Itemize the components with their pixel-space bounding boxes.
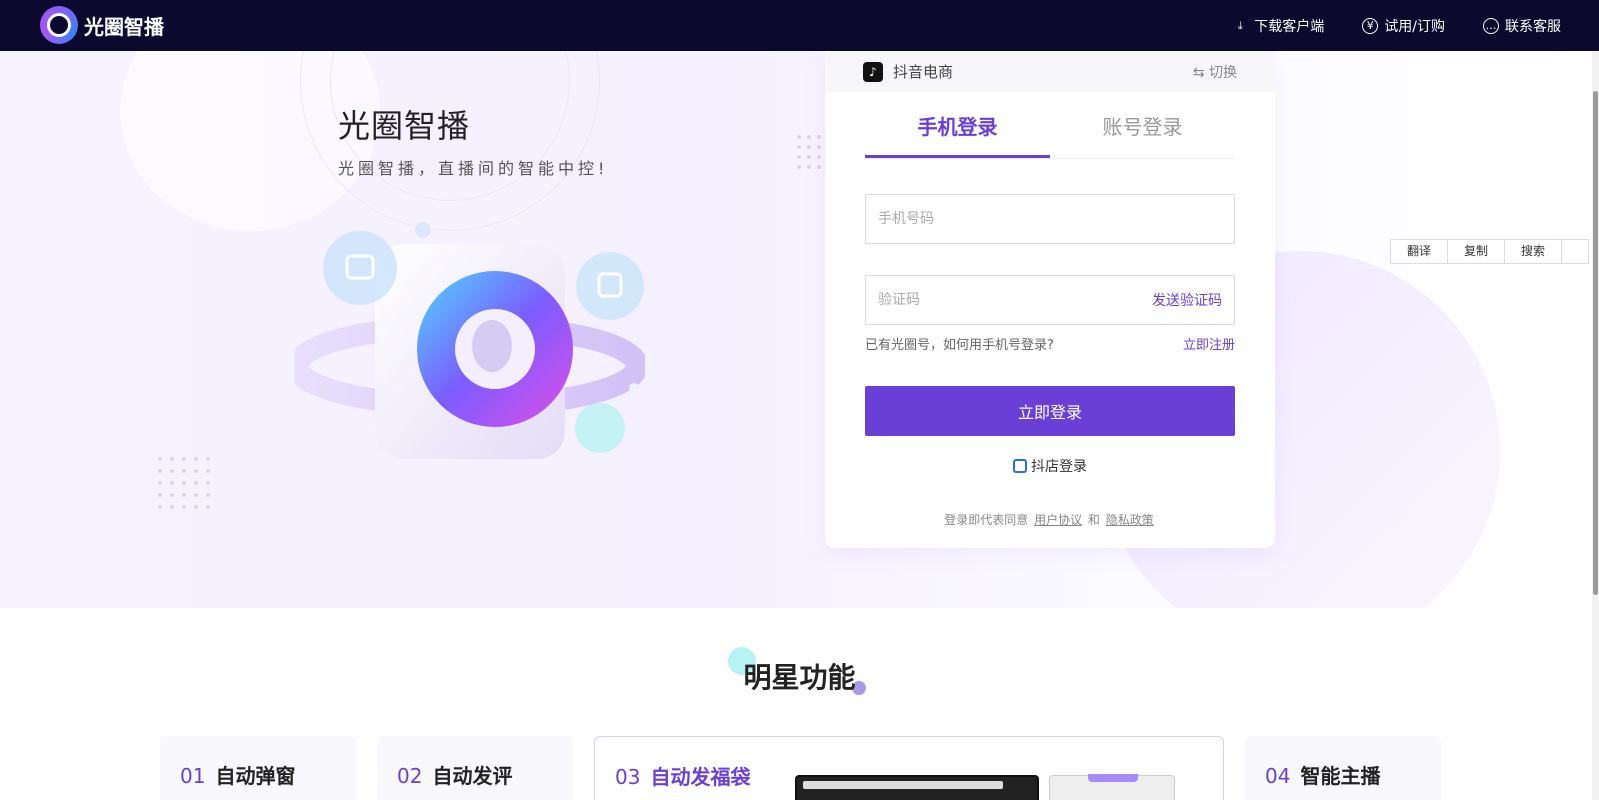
logo-icon [40,6,78,44]
switch-platform-button[interactable]: ⇆ 切换 [1193,62,1237,82]
nav-download-link[interactable]: ⤓ 下载客户端 [1232,16,1324,36]
feature-num: 01 [180,764,206,788]
feature-card-2[interactable]: 02 自动发评 [377,736,573,800]
nav-trial-link[interactable]: ¥ 试用/订购 [1362,16,1445,36]
feature-screenshot [795,775,1039,800]
feature-num: 02 [397,764,423,788]
shop-login-button[interactable]: 抖店登录 [825,456,1275,476]
doudian-icon [1013,459,1027,473]
nav-links: ⤓ 下载客户端 ¥ 试用/订购 … 联系客服 [1194,0,1561,51]
login-button[interactable]: 立即登录 [865,386,1235,436]
feature-card-4[interactable]: 04 智能主播 [1245,736,1441,800]
features-title: 明星功能 [743,661,856,694]
user-agreement-link[interactable]: 用户协议 [1034,513,1082,527]
feature-card-1[interactable]: 01 自动弹窗 [160,736,356,800]
more-button[interactable] [1562,240,1588,263]
hint-row: 已有光圈号，如何用手机号登录? 立即注册 [865,334,1235,353]
nav-contact-link[interactable]: … 联系客服 [1483,16,1561,36]
phone-input[interactable] [878,211,1222,227]
hero-title: 光圈智播 [338,107,471,145]
phone-field [865,194,1235,244]
decor-dots [158,457,210,509]
login-card: ♪ 抖音电商 ⇆ 切换 手机登录 账号登录 发送验证码 已有光圈号，如何用手机号… [825,51,1275,548]
copy-button[interactable]: 复制 [1448,240,1505,263]
platform-name: 抖音电商 [893,63,954,81]
hero-illustration [295,222,645,459]
scrollbar-thumb[interactable] [1593,91,1598,595]
feature-label: 自动弹窗 [215,764,296,788]
feature-label: 自动发福袋 [650,765,751,789]
code-field: 发送验证码 [865,275,1235,325]
feature-label: 智能主播 [1300,764,1381,788]
code-input[interactable] [878,292,1152,308]
privacy-policy-link[interactable]: 隐私政策 [1106,513,1154,527]
search-button[interactable]: 搜索 [1505,240,1562,263]
hero-subtitle: 光圈智播，直播间的智能中控! [338,159,609,178]
register-link[interactable]: 立即注册 [1183,334,1235,353]
translate-button[interactable]: 翻译 [1391,240,1448,263]
platform-label: ♪ 抖音电商 [863,61,953,82]
chat-icon: … [1483,17,1499,34]
yen-icon: ¥ [1362,17,1379,34]
hero-section: 光圈智播 光圈智播，直播间的智能中控! [0,51,1599,608]
agreement-prefix: 登录即代表同意 [944,513,1029,527]
top-nav: 光圈智播 ⤓ 下载客户端 ¥ 试用/订购 … 联系客服 [0,0,1599,51]
agreement-and: 和 [1087,513,1100,527]
feature-label: 自动发评 [432,764,513,788]
feature-num: 04 [1265,764,1291,788]
decor-dots [797,135,821,169]
selection-toolbar: 翻译 复制 搜索 [1390,239,1589,264]
douyin-icon: ♪ [863,61,883,82]
login-tabs: 手机登录 账号登录 [865,103,1235,159]
feature-screenshot [1049,774,1175,800]
logo[interactable]: 光圈智播 [40,6,164,44]
phone-login-help-link[interactable]: 已有光圈号，如何用手机号登录? [865,334,1054,353]
nav-trial-label: 试用/订购 [1384,18,1445,35]
shop-login-label: 抖店登录 [1031,459,1087,475]
agreement-text: 登录即代表同意 用户协议 和 隐私政策 [825,511,1275,528]
download-icon: ⤓ [1237,18,1243,32]
page-scrollbar[interactable] [1592,51,1599,800]
feature-num: 03 [615,765,641,789]
nav-download-label: 下载客户端 [1254,18,1325,35]
send-code-button[interactable]: 发送验证码 [1152,290,1222,310]
tab-account-login[interactable]: 账号登录 [1050,103,1235,158]
tab-phone-login[interactable]: 手机登录 [865,103,1050,158]
nav-contact-label: 联系客服 [1505,18,1561,35]
logo-text: 光圈智播 [84,14,164,39]
platform-header: ♪ 抖音电商 ⇆ 切换 [825,51,1275,92]
